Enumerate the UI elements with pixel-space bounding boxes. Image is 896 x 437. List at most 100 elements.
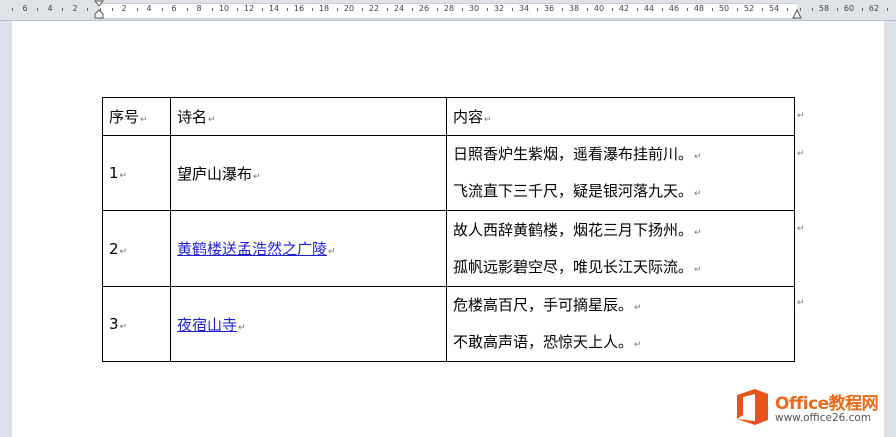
ruler-tick-label: 38 bbox=[568, 4, 580, 13]
content-cell[interactable]: 故人西辞黄鹤楼，烟花三月下扬州。↵ 孤帆远影碧空尽，唯见长江天际流。↵ bbox=[446, 210, 795, 287]
ruler-minor-tick bbox=[337, 8, 338, 11]
ruler-tick-label: 42 bbox=[618, 4, 630, 13]
ruler-minor-tick bbox=[862, 8, 863, 11]
poem-line: 不敢高声语，恐惊天上人。↵ bbox=[453, 333, 642, 351]
ruler-tick-label: 2 bbox=[72, 4, 78, 13]
ruler-minor-tick bbox=[487, 8, 488, 11]
title-cell[interactable]: 黄鹤楼送孟浩然之广陵↵ bbox=[170, 210, 447, 287]
paragraph-mark-icon: ↵ bbox=[238, 322, 246, 333]
ruler-minor-tick bbox=[812, 8, 813, 11]
ruler-minor-tick bbox=[237, 8, 238, 11]
ruler-minor-tick bbox=[312, 8, 313, 11]
ruler-minor-tick bbox=[787, 8, 788, 11]
logo-name: Office教程网 bbox=[775, 394, 879, 414]
ruler-tick-label: 22 bbox=[368, 4, 380, 13]
poem-line: 飞流直下三千尺，疑是银河落九天。↵ bbox=[453, 182, 702, 200]
ruler-minor-tick bbox=[587, 8, 588, 11]
ruler-minor-tick bbox=[187, 8, 188, 11]
ruler-tick-label: 6 bbox=[22, 4, 28, 13]
ruler-tick-label: 34 bbox=[518, 4, 530, 13]
ruler-minor-tick bbox=[537, 8, 538, 11]
left-page-margin bbox=[0, 21, 12, 437]
num-cell[interactable]: 3↵ bbox=[102, 286, 171, 362]
ruler-tick-label: 40 bbox=[593, 4, 605, 13]
ruler-tick-label: 12 bbox=[243, 4, 255, 13]
ruler-minor-tick bbox=[37, 8, 38, 11]
ruler-tick-label: 26 bbox=[418, 4, 430, 13]
ruler-minor-tick bbox=[287, 8, 288, 11]
ruler-minor-tick bbox=[262, 8, 263, 11]
poem-title: 望庐山瀑布 bbox=[177, 164, 253, 183]
title-cell[interactable]: 夜宿山寺↵ bbox=[170, 286, 447, 362]
paragraph-mark-icon: ↵ bbox=[328, 247, 336, 257]
ruler-tick-label: 52 bbox=[743, 4, 755, 13]
ruler-tick-label: 36 bbox=[543, 4, 555, 13]
ruler-tick-label: 2 bbox=[121, 4, 127, 13]
paragraph-mark-icon: ↵ bbox=[119, 322, 128, 332]
ruler-minor-tick bbox=[562, 8, 563, 11]
ruler-tick-label: 50 bbox=[718, 4, 730, 13]
ruler-minor-tick bbox=[212, 8, 213, 11]
title-cell[interactable]: 望庐山瀑布↵ bbox=[170, 135, 447, 211]
paragraph-mark-icon: ↵ bbox=[208, 115, 216, 125]
paragraph-mark-icon: ↵ bbox=[119, 171, 128, 181]
office26-logo: Office教程网 www.office26.com bbox=[735, 386, 885, 430]
ruler-minor-tick bbox=[687, 8, 688, 11]
right-indent-marker-icon[interactable] bbox=[792, 0, 802, 20]
header-title: 诗名 bbox=[177, 108, 208, 126]
poem-table[interactable]: 序号↵ 诗名↵ 内容↵ 1↵ 望庐山瀑布↵ 日照香炉生紫烟，遥看瀑布挂前川。↵ … bbox=[102, 97, 795, 362]
content-cell[interactable]: 日照香炉生紫烟，遥看瀑布挂前川。↵ 飞流直下三千尺，疑是银河落九天。↵ bbox=[446, 135, 795, 211]
ruler-minor-tick bbox=[737, 8, 738, 11]
ruler-tick-label: 14 bbox=[268, 4, 280, 13]
ruler-tick-label: 4 bbox=[146, 4, 152, 13]
paragraph-mark-icon: ↵ bbox=[253, 171, 261, 182]
left-indent-marker-icon[interactable] bbox=[94, 0, 104, 20]
ruler-tick-label: 46 bbox=[668, 4, 680, 13]
table-row: 3↵ 夜宿山寺↵ 危楼高百尺，手可摘星辰。↵ 不敢高声语，恐惊天上人。↵ bbox=[102, 286, 795, 362]
right-page-margin bbox=[884, 21, 896, 437]
content-cell[interactable]: 危楼高百尺，手可摘星辰。↵ 不敢高声语，恐惊天上人。↵ bbox=[446, 286, 795, 362]
ruler-tick-label: 54 bbox=[768, 4, 780, 13]
ruler-minor-tick bbox=[512, 8, 513, 11]
ruler-tick-label: 8 bbox=[196, 4, 202, 13]
ruler-tick-label: 30 bbox=[468, 4, 480, 13]
horizontal-ruler[interactable]: 6 4 2 2 4 6 8 10 12 14 16 18 20 22 24 26 28 30 32 34 36 38 40 4… bbox=[0, 0, 896, 21]
ruler-minor-tick bbox=[887, 8, 888, 11]
paragraph-mark-icon: ↵ bbox=[694, 264, 702, 275]
table-row: 1↵ 望庐山瀑布↵ 日照香炉生紫烟，遥看瀑布挂前川。↵ 飞流直下三千尺，疑是银河… bbox=[102, 135, 795, 211]
ruler-minor-tick bbox=[137, 8, 138, 11]
header-cell[interactable]: 序号↵ bbox=[102, 97, 171, 136]
ruler-tick-label: 18 bbox=[318, 4, 330, 13]
num-cell[interactable]: 1↵ bbox=[102, 135, 171, 211]
row-number: 3 bbox=[109, 315, 119, 333]
ruler-tick-label: 6 bbox=[171, 4, 177, 13]
poem-line: 危楼高百尺，手可摘星辰。↵ bbox=[453, 296, 642, 314]
ruler-minor-tick bbox=[87, 8, 88, 11]
paragraph-mark-icon: ↵ bbox=[694, 189, 702, 199]
num-cell[interactable]: 2↵ bbox=[102, 210, 171, 287]
row-number: 2 bbox=[109, 239, 119, 258]
header-cell[interactable]: 内容↵ bbox=[446, 97, 795, 136]
table-row: 2↵ 黄鹤楼送孟浩然之广陵↵ 故人西辞黄鹤楼，烟花三月下扬州。↵ 孤帆远影碧空尽… bbox=[102, 210, 795, 287]
ruler-minor-tick bbox=[387, 8, 388, 11]
ruler-minor-tick bbox=[762, 8, 763, 11]
ruler-minor-tick bbox=[637, 8, 638, 11]
ruler-minor-tick bbox=[437, 8, 438, 11]
poem-title-link[interactable]: 夜宿山寺 bbox=[177, 316, 237, 334]
ruler-minor-tick bbox=[837, 8, 838, 11]
paragraph-mark-icon: ↵ bbox=[484, 115, 492, 125]
ruler-minor-tick bbox=[412, 8, 413, 11]
ruler-minor-tick bbox=[662, 8, 663, 11]
row-end-mark: ↵ bbox=[797, 111, 805, 121]
poem-line: 孤帆远影碧空尽，唯见长江天际流。↵ bbox=[453, 257, 702, 276]
ruler-tick-label: 32 bbox=[493, 4, 505, 13]
ruler-minor-tick bbox=[162, 8, 163, 11]
poem-title-link[interactable]: 黄鹤楼送孟浩然之广陵 bbox=[177, 240, 327, 258]
row-end-mark: ↵ bbox=[797, 149, 805, 159]
paragraph-mark-icon: ↵ bbox=[634, 340, 642, 350]
ruler-tick-label: 24 bbox=[393, 4, 405, 13]
row-end-mark: ↵ bbox=[797, 298, 805, 308]
table-header-row: 序号↵ 诗名↵ 内容↵ bbox=[102, 97, 795, 136]
header-cell[interactable]: 诗名↵ bbox=[170, 97, 447, 136]
ruler-minor-tick bbox=[612, 8, 613, 11]
